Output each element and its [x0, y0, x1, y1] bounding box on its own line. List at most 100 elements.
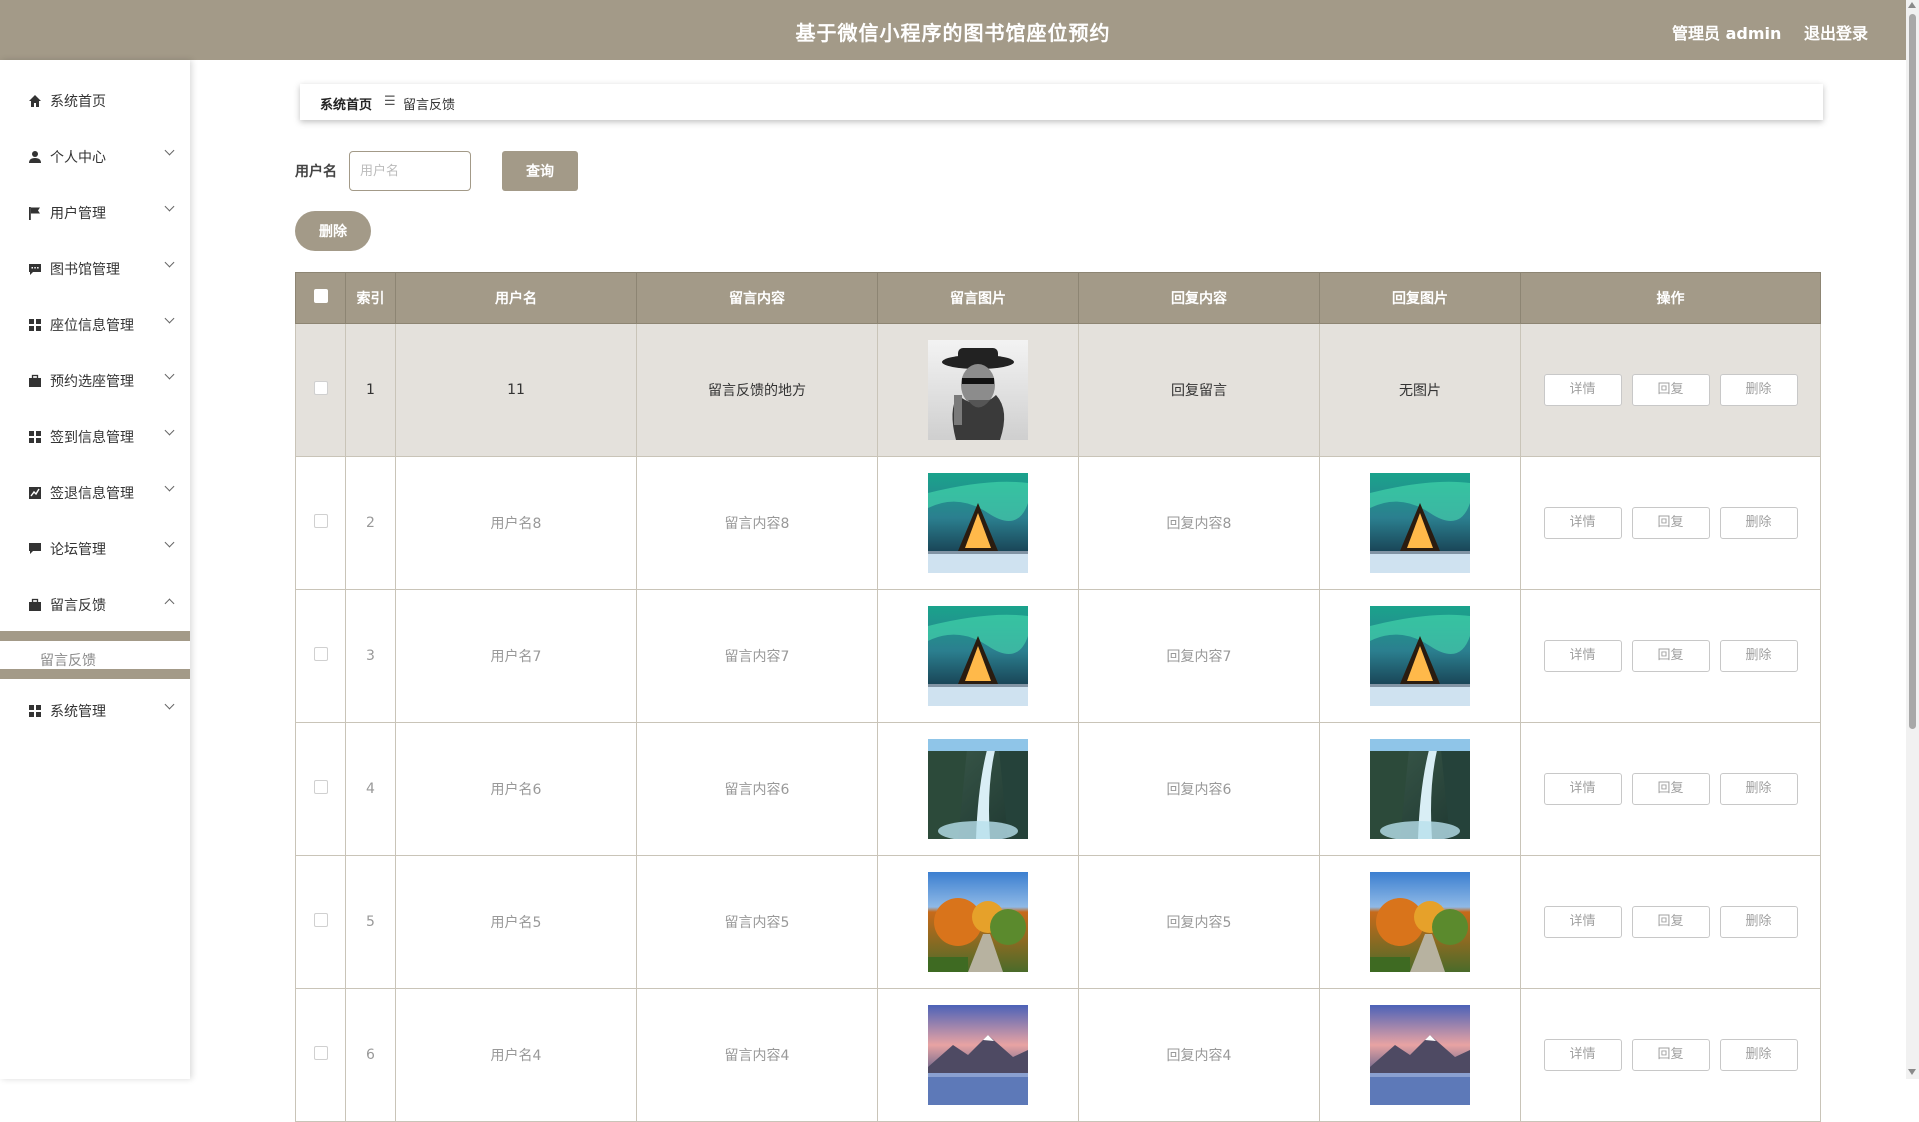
content-cell: 留言内容4 [636, 988, 878, 1122]
scroll-up-icon[interactable] [1908, 2, 1916, 8]
detail-button[interactable]: 详情 [1543, 1039, 1622, 1071]
delete-button[interactable]: 删除 [1719, 1039, 1798, 1071]
username-search-input[interactable] [349, 151, 471, 191]
column-header: 回复图片 [1319, 272, 1521, 324]
reply-image-cell: 无图片 [1319, 323, 1521, 457]
sidebar-item-label: 用户管理 [50, 206, 106, 222]
sidebar-item-signin[interactable]: 签到信息管理 [0, 409, 190, 465]
detail-button[interactable]: 详情 [1543, 640, 1622, 672]
reply-content-cell: 回复内容5 [1078, 855, 1320, 989]
detail-button[interactable]: 详情 [1543, 374, 1622, 406]
reply-image-cell [1319, 589, 1521, 723]
chevron-down-icon [164, 537, 175, 548]
chart-icon [29, 487, 41, 499]
reply-content-cell: 回复留言 [1078, 323, 1320, 457]
row-checkbox[interactable] [313, 913, 328, 927]
autumn-trees-image [928, 872, 1028, 972]
delete-button[interactable]: 删除 [1719, 507, 1798, 539]
username-cell: 用户名4 [395, 988, 637, 1122]
sidebar-item-signout[interactable]: 签退信息管理 [0, 465, 190, 521]
operations-cell: 详情 回复 删除 [1520, 988, 1821, 1122]
sidebar-item-label: 图书馆管理 [50, 262, 120, 278]
reply-content-cell: 回复内容4 [1078, 988, 1320, 1122]
batch-delete-button[interactable]: 删除 [295, 211, 371, 251]
reply-button[interactable]: 回复 [1631, 507, 1710, 539]
table-row: 5 用户名5 留言内容5 回复内容5 详情 回复 删除 [295, 855, 1821, 989]
reply-button[interactable]: 回复 [1631, 640, 1710, 672]
sidebar-item-reservation[interactable]: 预约选座管理 [0, 353, 190, 409]
breadcrumb: 系统首页 ☰ 留言反馈 [300, 84, 1823, 120]
reply-image-cell [1319, 456, 1521, 590]
delete-button[interactable]: 删除 [1719, 640, 1798, 672]
row-select-cell [295, 589, 346, 723]
scroll-down-icon[interactable] [1908, 1069, 1916, 1075]
sidebar: 系统首页 个人中心 用户管理 图书馆管理 座位信息管理 预约选座管理 签到信息管… [0, 60, 190, 1079]
app-title: 基于微信小程序的图书馆座位预约 [795, 21, 1111, 45]
sidebar-item-home[interactable]: 系统首页 [0, 73, 190, 129]
reply-button[interactable]: 回复 [1631, 773, 1710, 805]
row-checkbox[interactable] [313, 1046, 328, 1060]
sidebar-item-personal-center[interactable]: 个人中心 [0, 129, 190, 185]
row-checkbox[interactable] [313, 647, 328, 661]
reply-content-cell: 回复内容6 [1078, 722, 1320, 856]
reply-button[interactable]: 回复 [1631, 906, 1710, 938]
chevron-down-icon [164, 313, 175, 324]
chevron-down-icon [164, 145, 175, 156]
delete-button[interactable]: 删除 [1719, 374, 1798, 406]
message-image-cell [877, 589, 1079, 723]
sidebar-item-system[interactable]: 系统管理 [0, 683, 190, 739]
chevron-down-icon [164, 201, 175, 212]
waterfall-image [1370, 739, 1470, 839]
sidebar-item-library-management[interactable]: 图书馆管理 [0, 241, 190, 297]
detail-button[interactable]: 详情 [1543, 507, 1622, 539]
message-image-cell [877, 456, 1079, 590]
detail-button[interactable]: 详情 [1543, 773, 1622, 805]
delete-button[interactable]: 删除 [1719, 773, 1798, 805]
sidebar-item-seat-info[interactable]: 座位信息管理 [0, 297, 190, 353]
sidebar-submenu: 留言反馈 [0, 631, 190, 679]
table-row: 4 用户名6 留言内容6 回复内容6 详情 回复 删除 [295, 722, 1821, 856]
aurora-cabin-image [1370, 606, 1470, 706]
sidebar-item-label: 系统管理 [50, 704, 106, 720]
feedback-table: 索引 用户名 留言内容 留言图片 回复内容 回复图片 操作 1 11 留言反馈的地方… [295, 272, 1821, 1122]
sidebar-subitem-feedback[interactable]: 留言反馈 [40, 650, 96, 670]
reply-button[interactable]: 回复 [1631, 1039, 1710, 1071]
delete-button[interactable]: 删除 [1719, 906, 1798, 938]
index-cell: 1 [345, 323, 396, 457]
chevron-down-icon [164, 257, 175, 268]
sidebar-item-label: 系统首页 [50, 94, 106, 110]
reply-image-cell [1319, 722, 1521, 856]
search-label: 用户名 [295, 164, 337, 180]
no-image-text: 无图片 [1399, 383, 1441, 399]
chevron-down-icon [164, 699, 175, 710]
sidebar-item-forum[interactable]: 论坛管理 [0, 521, 190, 577]
index-cell: 6 [345, 988, 396, 1122]
row-checkbox[interactable] [313, 514, 328, 528]
select-all-checkbox[interactable] [313, 289, 328, 303]
row-select-cell [295, 722, 346, 856]
sidebar-item-label: 论坛管理 [50, 542, 106, 558]
chevron-down-icon [164, 481, 175, 492]
username-cell: 用户名7 [395, 589, 637, 723]
reply-content-cell: 回复内容8 [1078, 456, 1320, 590]
detail-button[interactable]: 详情 [1543, 906, 1622, 938]
message-icon [29, 264, 41, 275]
query-button[interactable]: 查询 [502, 151, 578, 191]
sidebar-item-label: 座位信息管理 [50, 318, 134, 334]
content-cell: 留言内容8 [636, 456, 878, 590]
reply-image-cell [1319, 855, 1521, 989]
sidebar-item-label: 签退信息管理 [50, 486, 134, 502]
scrollbar-thumb[interactable] [1909, 14, 1916, 729]
logout-link[interactable]: 退出登录 [1804, 20, 1868, 44]
sidebar-item-user-management[interactable]: 用户管理 [0, 185, 190, 241]
reply-button[interactable]: 回复 [1631, 374, 1710, 406]
message-image-cell [877, 988, 1079, 1122]
breadcrumb-home[interactable]: 系统首页 [320, 94, 372, 113]
page-scrollbar[interactable] [1906, 0, 1919, 1079]
table-row: 1 11 留言反馈的地方 回复留言 无图片 详情 回复 删除 [295, 323, 1821, 457]
row-checkbox[interactable] [313, 381, 328, 395]
row-checkbox[interactable] [313, 780, 328, 794]
sidebar-item-feedback[interactable]: 留言反馈 [0, 577, 190, 633]
sidebar-item-label: 个人中心 [50, 150, 106, 166]
flag-icon [29, 207, 40, 220]
